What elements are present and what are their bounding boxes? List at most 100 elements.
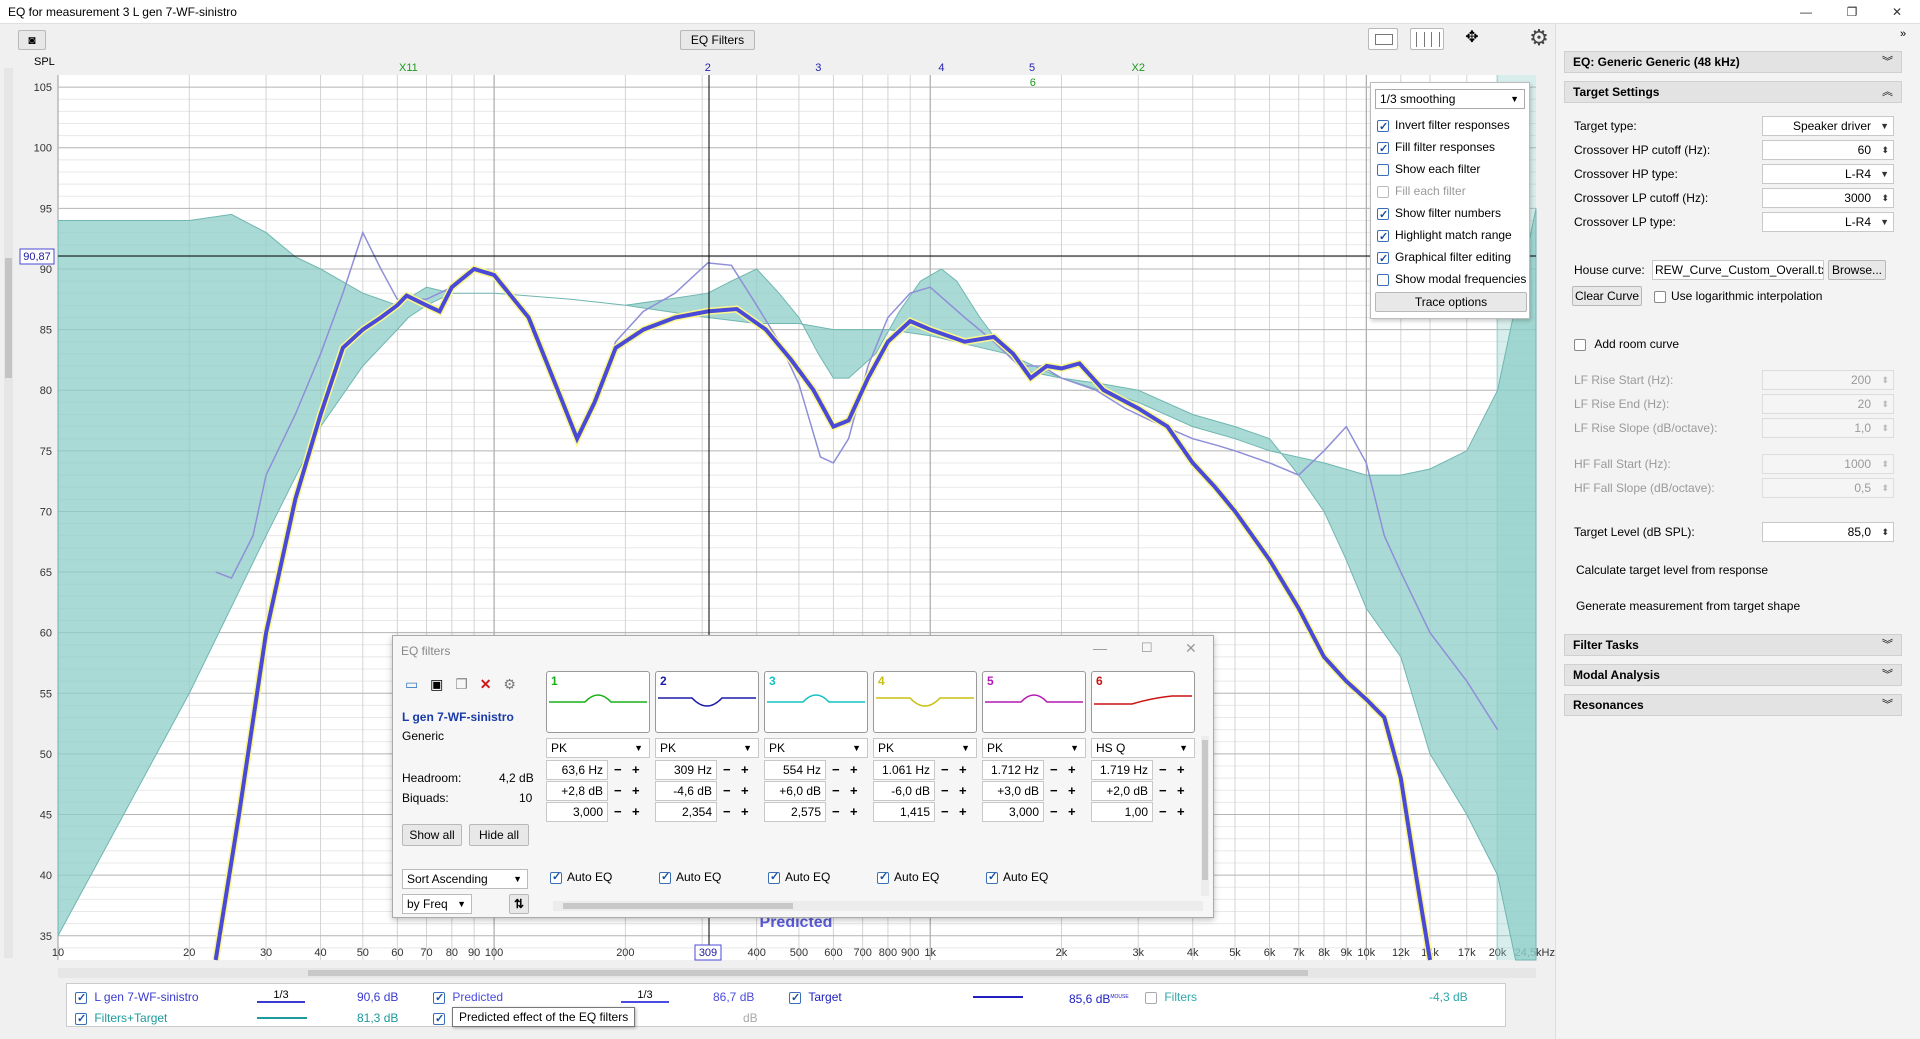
decrement-button[interactable]: − <box>1159 781 1167 801</box>
filter-type-select[interactable]: PK ▼ <box>873 738 977 758</box>
trace-option-item[interactable]: Highlight match range <box>1377 226 1512 246</box>
filter-thumbnail[interactable]: 2 <box>655 671 759 733</box>
trace-option-checkbox[interactable] <box>1377 273 1389 286</box>
filter-gain-input[interactable]: -4,6 dB <box>655 781 717 801</box>
eq-hscrollbar[interactable] <box>553 901 1203 911</box>
hide-all-button[interactable]: Hide all <box>469 824 529 846</box>
increment-button[interactable]: + <box>959 760 967 780</box>
lf-rise-slope-input[interactable]: 1,0 ⬍ <box>1762 418 1894 438</box>
trace-option-item[interactable]: Show modal frequencies <box>1377 270 1526 288</box>
filter-q-input[interactable]: 1,415 <box>873 802 935 822</box>
increment-button[interactable]: + <box>1177 760 1185 780</box>
decrement-button[interactable]: − <box>941 781 949 801</box>
open-folder-icon[interactable]: ▭ <box>405 676 418 692</box>
clear-curve-button[interactable]: Clear Curve <box>1572 286 1642 306</box>
target-settings-header[interactable]: Target Settings ︽ <box>1564 81 1902 103</box>
increment-button[interactable]: + <box>632 760 640 780</box>
decrement-button[interactable]: − <box>614 802 622 822</box>
trace-option-checkbox[interactable] <box>1377 163 1389 176</box>
trace-option-item[interactable]: Show each filter <box>1377 160 1480 178</box>
legend-filters-target-checkbox[interactable] <box>75 1011 87 1027</box>
target-level-input[interactable]: 85,0 ⬍ <box>1762 522 1894 542</box>
hscroll-thumb[interactable] <box>308 970 1308 976</box>
filter-freq-input[interactable]: 554 Hz <box>764 760 826 780</box>
filter-q-input[interactable]: 2,575 <box>764 802 826 822</box>
settings-icon[interactable]: ⚙ <box>503 676 516 692</box>
add-room-curve-checkbox[interactable] <box>1574 338 1586 351</box>
trace-option-checkbox[interactable] <box>1377 206 1389 224</box>
auto-eq-toggle[interactable]: Auto EQ <box>659 870 721 884</box>
increment-button[interactable]: + <box>632 781 640 801</box>
decrement-button[interactable]: − <box>1050 802 1058 822</box>
house-curve-field[interactable]: REW_Curve_Custom_Overall.txt <box>1652 260 1824 280</box>
decrement-button[interactable]: − <box>941 802 949 822</box>
eq-vscroll-thumb[interactable] <box>1202 740 1208 880</box>
browse-button[interactable]: Browse... <box>1828 260 1886 280</box>
filter-freq-input[interactable]: 1.719 Hz <box>1091 760 1153 780</box>
minimize-button[interactable]: — <box>1783 0 1829 24</box>
decrement-button[interactable]: − <box>1159 760 1167 780</box>
smoothing-select[interactable]: 1/3 smoothing ▼ <box>1375 89 1525 109</box>
eq-minimize-button[interactable]: — <box>1093 640 1107 656</box>
decrement-button[interactable]: − <box>1050 781 1058 801</box>
hp-type-select[interactable]: L-R4 ▼ <box>1762 164 1894 184</box>
increment-button[interactable]: + <box>959 781 967 801</box>
spinner-icon[interactable]: ⬍ <box>1881 141 1889 159</box>
auto-eq-checkbox[interactable] <box>768 870 780 884</box>
filter-thumbnail[interactable]: 6 <box>1091 671 1195 733</box>
filter-freq-input[interactable]: 63,6 Hz <box>546 760 608 780</box>
decrement-button[interactable]: − <box>1050 760 1058 780</box>
save-icon[interactable]: ▣ <box>430 676 443 692</box>
resonances-header[interactable]: Resonances ︾ <box>1564 694 1902 716</box>
trace-option-checkbox[interactable] <box>1377 185 1389 198</box>
sort-select[interactable]: Sort Ascending ▼ <box>402 869 528 889</box>
increment-button[interactable]: + <box>850 760 858 780</box>
sort-direction-icon[interactable]: ⇅ <box>509 894 529 914</box>
eq-vscrollbar[interactable] <box>1201 736 1209 896</box>
filter-tasks-header[interactable]: Filter Tasks ︾ <box>1564 634 1902 656</box>
log-interp-checkbox[interactable] <box>1654 290 1666 303</box>
spinner-icon[interactable]: ⬍ <box>1881 419 1889 437</box>
copy-icon[interactable]: ❐ <box>455 676 468 692</box>
trace-option-checkbox[interactable] <box>1377 118 1389 136</box>
lf-rise-end-input[interactable]: 20 ⬍ <box>1762 394 1894 414</box>
legend-measurement-checkbox[interactable] <box>75 990 87 1006</box>
decrement-button[interactable]: − <box>832 802 840 822</box>
calc-target-level-link[interactable]: Calculate target level from response <box>1576 560 1896 580</box>
spinner-icon[interactable]: ⬍ <box>1881 395 1889 413</box>
legend-hidden-checkbox[interactable] <box>433 1011 445 1027</box>
increment-button[interactable]: + <box>632 802 640 822</box>
lp-type-select[interactable]: L-R4 ▼ <box>1762 212 1894 232</box>
increment-button[interactable]: + <box>741 781 749 801</box>
decrement-button[interactable]: − <box>723 802 731 822</box>
spinner-icon[interactable]: ⬍ <box>1881 523 1889 541</box>
trace-option-item[interactable]: Graphical filter editing <box>1377 248 1511 268</box>
delete-icon[interactable]: ✕ <box>480 676 492 692</box>
hf-fall-start-input[interactable]: 1000 ⬍ <box>1762 454 1894 474</box>
filter-q-input[interactable]: 3,000 <box>546 802 608 822</box>
legend-filters-checkbox[interactable] <box>1145 991 1157 1004</box>
legend-target-checkbox[interactable] <box>789 990 801 1006</box>
decrement-button[interactable]: − <box>723 760 731 780</box>
hf-fall-slope-input[interactable]: 0,5 ⬍ <box>1762 478 1894 498</box>
increment-button[interactable]: + <box>1068 802 1076 822</box>
trace-option-checkbox[interactable] <box>1377 250 1389 268</box>
increment-button[interactable]: + <box>1177 802 1185 822</box>
auto-eq-toggle[interactable]: Auto EQ <box>768 870 830 884</box>
decrement-button[interactable]: − <box>832 760 840 780</box>
trace-option-item[interactable]: Fill filter responses <box>1377 138 1495 158</box>
filter-freq-input[interactable]: 309 Hz <box>655 760 717 780</box>
filter-type-select[interactable]: HS Q ▼ <box>1091 738 1195 758</box>
spinner-icon[interactable]: ⬍ <box>1881 371 1889 389</box>
trace-option-checkbox[interactable] <box>1377 228 1389 246</box>
lp-cutoff-input[interactable]: 3000 ⬍ <box>1762 188 1894 208</box>
filter-type-select[interactable]: PK ▼ <box>546 738 650 758</box>
decrement-button[interactable]: − <box>723 781 731 801</box>
filter-freq-input[interactable]: 1.061 Hz <box>873 760 935 780</box>
filter-gain-input[interactable]: -6,0 dB <box>873 781 935 801</box>
hp-cutoff-input[interactable]: 60 ⬍ <box>1762 140 1894 160</box>
auto-eq-checkbox[interactable] <box>659 870 671 884</box>
target-type-select[interactable]: Speaker driver ▼ <box>1762 116 1894 136</box>
eq-header[interactable]: EQ: Generic Generic (48 kHz) ︾ <box>1564 51 1902 73</box>
decrement-button[interactable]: − <box>941 760 949 780</box>
